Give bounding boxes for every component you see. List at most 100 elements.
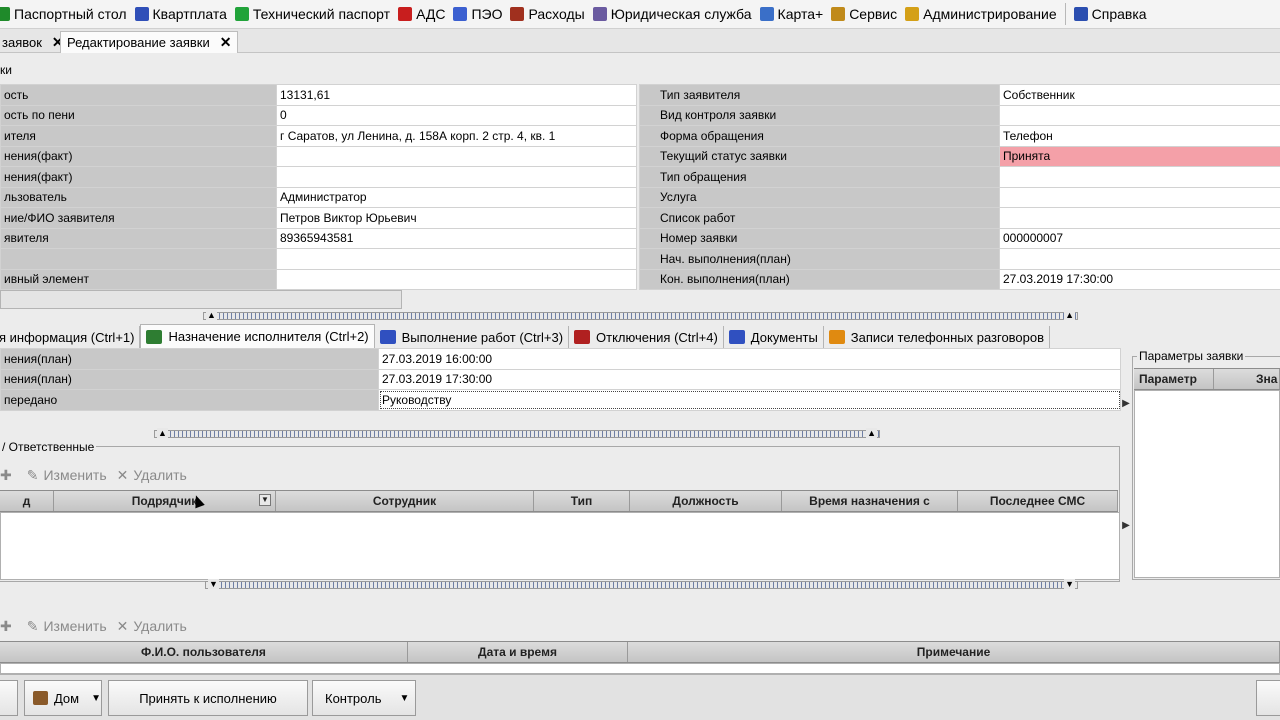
menu-item[interactable]: ПЭО <box>449 0 506 29</box>
hidden-left-button[interactable] <box>0 680 18 716</box>
field-value[interactable]: 89365943581 <box>276 227 637 249</box>
column-header[interactable]: Время назначения с <box>782 491 958 511</box>
menu-item[interactable]: Технический паспорт <box>231 0 394 29</box>
chevron-up-icon[interactable]: ▲ <box>206 310 217 320</box>
delete-icon: ✕ <box>116 617 129 634</box>
delete-button[interactable]: ✕ Удалить <box>117 467 187 484</box>
field-value[interactable] <box>999 186 1280 208</box>
column-header[interactable]: Последнее СМС <box>958 491 1118 511</box>
grid-row: Тип обращения <box>639 166 1280 188</box>
add-button[interactable]: ✚ <box>0 467 17 484</box>
column-header[interactable]: Дата и время <box>408 642 628 662</box>
right-edge-button[interactable] <box>1256 680 1280 716</box>
menu-item[interactable]: Карта+ <box>756 0 828 29</box>
field-value[interactable]: 13131,61 <box>276 84 637 106</box>
params-table-body[interactable] <box>1134 390 1280 578</box>
field-label: передано <box>0 389 379 411</box>
field-value[interactable]: 000000007 <box>999 227 1280 249</box>
control-button[interactable]: Контроль ▼ <box>312 680 416 716</box>
filter-icon[interactable]: ▼ <box>259 494 271 506</box>
column-header[interactable]: Должность <box>630 491 782 511</box>
house-button[interactable]: Дом ▼ <box>24 680 102 716</box>
chevron-up-icon[interactable]: ▲ <box>157 428 168 438</box>
chevron-right-icon[interactable]: ▶ <box>1121 398 1131 410</box>
menu-item-label: Паспортный стол <box>14 6 127 22</box>
splitter-middle[interactable]: ▲ ▲ <box>154 428 880 438</box>
field-value[interactable]: Петров Виктор Юрьевич <box>276 207 637 229</box>
column-header[interactable]: Сотрудник <box>276 491 534 511</box>
column-header[interactable]: Тип <box>534 491 630 511</box>
grid-row: Список работ <box>639 207 1280 229</box>
field-value[interactable]: 27.03.2019 17:30:00 <box>999 268 1280 290</box>
history-table-body[interactable] <box>0 663 1280 674</box>
field-value[interactable] <box>999 166 1280 188</box>
splitter-bottom[interactable]: ▼ ▼ <box>205 579 1078 589</box>
tab-edit-request[interactable]: Редактирование заявки ✕ <box>60 31 239 53</box>
menu-item-label: Карта+ <box>777 6 824 22</box>
column-header[interactable]: Примечание <box>628 642 1280 662</box>
inner-tab[interactable]: Отключения (Ctrl+4) <box>569 326 724 348</box>
field-label: Кон. выполнения(план) <box>639 268 1000 290</box>
chevron-up-icon[interactable]: ▲ <box>866 428 877 438</box>
grid-row <box>0 248 637 270</box>
field-value[interactable]: г Саратов, ул Ленина, д. 158А корп. 2 ст… <box>276 125 637 147</box>
inner-tab[interactable]: Назначение исполнителя (Ctrl+2) <box>140 324 375 348</box>
inner-tab[interactable]: я информация (Ctrl+1) <box>0 326 141 348</box>
delete-button[interactable]: ✕ Удалить <box>117 618 187 635</box>
column-header[interactable]: Зна <box>1214 369 1280 389</box>
menu-item[interactable]: Расходы <box>506 0 588 29</box>
inner-tab[interactable]: Записи телефонных разговоров <box>824 326 1051 348</box>
field-value[interactable]: Администратор <box>276 186 637 208</box>
field-value[interactable]: 27.03.2019 17:30:00 <box>378 368 1121 390</box>
inner-tab[interactable]: Документы <box>724 326 824 348</box>
edit-button-label: Изменить <box>43 618 107 634</box>
menu-separator <box>1064 3 1066 25</box>
column-header[interactable]: Ф.И.О. пользователя <box>0 642 408 662</box>
menu-item[interactable]: Юридическая служба <box>589 0 756 29</box>
menu-item[interactable]: Справка <box>1070 0 1151 29</box>
add-icon: ✚ <box>0 466 12 483</box>
field-value[interactable] <box>999 207 1280 229</box>
field-value[interactable]: Руководству <box>378 389 1121 411</box>
field-label: Вид контроля заявки <box>639 104 1000 126</box>
add-button[interactable]: ✚ <box>0 618 17 635</box>
edit-button[interactable]: ✎ Изменить <box>27 467 107 484</box>
field-value[interactable]: Собственник <box>999 84 1280 106</box>
field-value[interactable] <box>276 166 637 188</box>
menu-item[interactable]: Квартплата <box>131 0 231 29</box>
menu-item[interactable]: Администрирование <box>901 0 1061 29</box>
field-value[interactable]: Телефон <box>999 125 1280 147</box>
column-header[interactable]: Подрядчик ▼ <box>54 491 276 511</box>
field-label: ость <box>0 84 277 106</box>
field-value[interactable]: 27.03.2019 16:00:00 <box>378 348 1121 370</box>
grid-row: ивный элемент <box>0 268 637 290</box>
responsible-table-body[interactable] <box>0 512 1120 580</box>
grid-row: Кон. выполнения(план) 27.03.2019 17:30:00 <box>639 268 1280 290</box>
chevron-down-icon[interactable]: ▼ <box>208 579 219 589</box>
edit-button[interactable]: ✎ Изменить <box>27 618 107 635</box>
field-value[interactable] <box>276 145 637 167</box>
column-header[interactable]: Параметр <box>1134 369 1214 389</box>
close-icon[interactable]: ✕ <box>220 34 232 51</box>
accept-execution-button[interactable]: Принять к исполнению <box>108 680 308 716</box>
splitter-top[interactable]: ▲ ▲ <box>203 310 1078 320</box>
field-value[interactable] <box>276 268 637 290</box>
field-value[interactable]: 0 <box>276 104 637 126</box>
inner-tab-label: Отключения (Ctrl+4) <box>596 329 718 345</box>
field-value[interactable] <box>999 104 1280 126</box>
inner-tab[interactable]: Выполнение работ (Ctrl+3) <box>375 326 570 348</box>
chevron-up-icon[interactable]: ▲ <box>1064 310 1075 320</box>
column-header[interactable]: д <box>0 491 54 511</box>
book-icon <box>134 7 149 21</box>
menu-item[interactable]: Сервис <box>827 0 901 29</box>
menu-item[interactable]: Паспортный стол <box>0 0 131 29</box>
add-icon: ✚ <box>0 617 12 634</box>
field-value[interactable] <box>999 248 1280 270</box>
menu-item[interactable]: АДС <box>394 0 449 29</box>
grid-row: явителя 89365943581 <box>0 227 637 249</box>
chevron-right-icon[interactable]: ▶ <box>1121 520 1131 532</box>
edit-button-label: Изменить <box>43 467 107 483</box>
field-value[interactable] <box>276 248 637 270</box>
field-value[interactable]: Принята <box>999 145 1280 167</box>
chevron-down-icon[interactable]: ▼ <box>1064 579 1075 589</box>
